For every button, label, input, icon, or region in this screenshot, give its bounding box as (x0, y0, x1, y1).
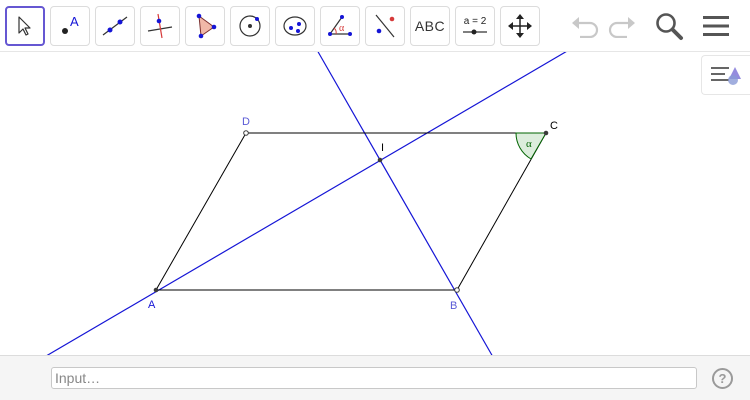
angle-tool-button[interactable]: α (320, 6, 360, 46)
reflect-about-line-icon (375, 14, 395, 38)
ellipse-icon (283, 16, 307, 36)
style-bar-toggle-button[interactable] (701, 55, 750, 95)
line-through-points-icon (102, 16, 128, 36)
search-icon (656, 13, 683, 40)
point-d[interactable] (243, 130, 249, 136)
circle-tool-button[interactable] (230, 6, 270, 46)
reflect-tool-button[interactable] (365, 6, 405, 46)
point-label-a: A (148, 299, 156, 311)
ellipse-tool-button[interactable] (275, 6, 315, 46)
cursor-arrow-icon (18, 16, 31, 36)
point-b[interactable] (454, 287, 460, 293)
triangle-polygon-icon (196, 13, 217, 39)
main-menu-button[interactable] (698, 8, 734, 44)
move-graphics-view-tool-button[interactable] (500, 6, 540, 46)
text-tool-label: ABC (414, 18, 446, 34)
angle-alpha-label: α (526, 138, 532, 150)
redo-button[interactable] (604, 8, 640, 44)
line-through-b-and-i[interactable] (312, 42, 498, 365)
slider-tool-label: a = 2 (464, 16, 487, 27)
redo-icon (608, 17, 635, 38)
algebra-input-field[interactable] (51, 367, 697, 389)
point-tool-button[interactable]: A (50, 6, 90, 46)
point-label-b: B (450, 300, 457, 312)
line-through-a-and-i[interactable] (0, 0, 750, 384)
polygon-tool-button[interactable] (185, 6, 225, 46)
slider-tool-button[interactable]: a = 2 (455, 6, 495, 46)
perpendicular-line-tool-button[interactable] (140, 6, 180, 46)
point-label-d: D (242, 116, 250, 128)
point-a[interactable] (153, 287, 159, 293)
point-c[interactable] (543, 130, 549, 136)
style-bar-icon (711, 67, 741, 85)
point-label-c: C (550, 120, 558, 132)
move-tool-button[interactable] (5, 6, 45, 46)
search-button[interactable] (651, 8, 687, 44)
point-tool-label: A (70, 14, 79, 29)
menu-icon (703, 16, 729, 36)
graphics-view[interactable]: α A B C D I (0, 0, 750, 400)
help-icon[interactable]: ? (712, 368, 733, 389)
point-icon: A (62, 14, 79, 34)
undo-icon (572, 17, 599, 38)
angle-tool-label: α (339, 23, 345, 34)
line-tool-button[interactable] (95, 6, 135, 46)
angle-icon: α (328, 15, 352, 36)
undo-button[interactable] (567, 8, 603, 44)
circle-center-point-icon (239, 15, 261, 37)
point-label-i: I (381, 142, 384, 154)
segment-da[interactable] (155, 132, 247, 291)
move-arrows-icon (508, 14, 532, 38)
toolbar: A α ABC a = 2 (0, 0, 750, 52)
text-tool-button[interactable]: ABC (410, 6, 450, 46)
slider-icon: a = 2 (463, 16, 487, 35)
input-bar: ? (0, 355, 750, 400)
point-i[interactable] (377, 157, 383, 163)
perpendicular-line-icon (147, 13, 173, 39)
